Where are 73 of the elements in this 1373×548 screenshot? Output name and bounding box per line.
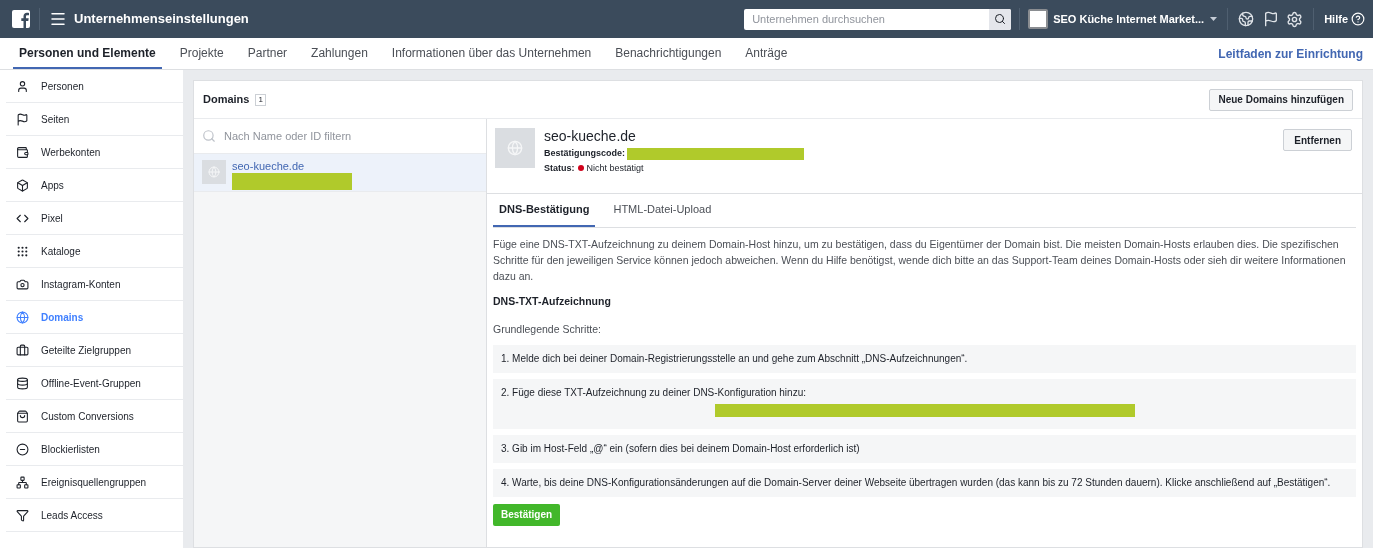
account-name[interactable]: SEO Küche Internet Market...	[1053, 10, 1205, 28]
globe-icon	[16, 310, 29, 324]
sidebar-item[interactable]: Kataloge	[6, 235, 183, 268]
minus-circle-icon	[16, 442, 29, 456]
search-icon	[994, 13, 1007, 25]
nav-tab[interactable]: Zahlungen	[305, 38, 374, 69]
app-title: Unternehmenseinstellungen	[74, 10, 249, 29]
globe-icon	[495, 128, 535, 168]
bag-icon	[16, 409, 29, 423]
step-text: 2. Füge diese TXT-Aufzeichnung zu deiner DNS-Konfiguration hinzu:	[501, 385, 807, 400]
sidebar-item[interactable]: Geteilte Zielgruppen	[6, 334, 183, 367]
search-icon	[202, 129, 216, 143]
network-icon	[16, 475, 29, 489]
menu-icon[interactable]	[49, 10, 67, 28]
filter-icon	[16, 508, 29, 522]
sidebar-item[interactable]: Seiten	[6, 103, 183, 136]
briefcase-icon	[16, 343, 29, 357]
filter-box[interactable]: Nach Name oder ID filtern	[194, 119, 486, 154]
domain-title: seo-kueche.de	[544, 128, 637, 145]
count-badge: 1	[255, 93, 266, 106]
person-icon	[16, 79, 29, 93]
settings-icon[interactable]	[1286, 10, 1304, 28]
panel-title: Domains	[203, 92, 250, 108]
filter-field[interactable]: Nach Name oder ID filtern	[224, 127, 478, 145]
search-box[interactable]: Unternehmen durchsuchen	[744, 8, 1012, 30]
sidebar-item[interactable]: Pixel	[6, 202, 183, 235]
nav-tab[interactable]: Informationen über das Unternehmen	[385, 38, 598, 69]
status-label: Status:	[544, 161, 575, 175]
step-text: 1. Melde dich bei deiner Domain-Registrierungsstelle an und gehe zum Abschnitt „DNS-Aufzeichnungen“.	[501, 351, 969, 366]
nav-tab[interactable]: Benachrichtigungen	[609, 38, 728, 69]
remove-button[interactable]: Entfernen	[1283, 129, 1352, 151]
cube-icon	[16, 178, 29, 192]
search-field[interactable]: Unternehmen durchsuchen	[744, 10, 990, 28]
sidebar-item[interactable]: Personen	[6, 70, 183, 103]
setup-guide-link[interactable]: Leitfaden zur Einrichtung	[1218, 44, 1363, 63]
sidebar-item[interactable]: Ereignisquellengruppen	[6, 466, 183, 499]
sidebar-item[interactable]: Instagram-Konten	[6, 268, 183, 301]
domain-list-item[interactable]: seo-kueche.de	[194, 154, 486, 192]
facebook-logo-icon[interactable]	[12, 10, 30, 28]
globe-icon	[202, 160, 226, 184]
step-text: 4. Warte, bis deine DNS-Konfigurationsänderungen auf die Domain-Server deiner Webseite übertragen wurden (das kann bis zu 72 Stunden dauern). Klicke anschließend auf „Bestätigen“.	[501, 475, 1332, 490]
nav-tab[interactable]: Anträge	[739, 38, 794, 69]
code-label: Bestätigungscode:	[544, 147, 625, 160]
intro-paragraph: Füge eine DNS-TXT-Aufzeichnung zu deinem Domain-Host hinzu, um zu bestätigen, dass du Eigentümer der Domain bist. Die meisten Domain-Hosts erlauben dies. Die spezifischen Schritte für den jeweiligen Service können jedoch abweichen. Wenn du Hilfe benötigst, wende dich bitte an das Support-Team deines Domain-Hosts oder sieh dir weitere Informationen dazu an.	[493, 237, 1347, 284]
detail-tab[interactable]: HTML-Datei-Upload	[607, 194, 718, 227]
wallet-icon	[16, 145, 29, 159]
step-text: 3. Gib im Host-Feld „@“ ein (sofern dies bei deinem Domain-Host erforderlich ist)	[501, 441, 861, 456]
camera-icon	[16, 277, 29, 291]
globe-icon[interactable]	[1238, 11, 1255, 27]
sidebar-item[interactable]: Offline-Event-Gruppen	[6, 367, 183, 400]
search-button[interactable]	[989, 8, 1012, 30]
sidebar-item[interactable]: Werbekonten	[6, 136, 183, 169]
help-link[interactable]: Hilfe	[1324, 10, 1348, 28]
flag-icon	[16, 112, 29, 126]
section-subheading: Grundlegende Schritte:	[493, 321, 602, 337]
help-icon[interactable]	[1351, 12, 1365, 26]
nav-tab[interactable]: Projekte	[173, 38, 230, 69]
sidebar-item[interactable]: Domains	[6, 301, 183, 334]
flag-icon[interactable]	[1263, 11, 1280, 27]
status-text: Nicht bestätigt	[586, 161, 644, 175]
grid-icon	[16, 244, 29, 258]
caret-icon[interactable]	[1210, 17, 1218, 21]
domain-name[interactable]: seo-kueche.de	[232, 160, 352, 172]
detail-tab[interactable]: DNS-Bestätigung	[493, 194, 596, 227]
add-domains-button[interactable]: Neue Domains hinzufügen	[1209, 88, 1353, 111]
sidebar-item[interactable]: Apps	[6, 169, 183, 202]
database-icon	[16, 376, 29, 390]
sidebar-item[interactable]: Blockierlisten	[6, 433, 183, 466]
nav-tab[interactable]: Partner	[241, 38, 294, 69]
section-heading: DNS-TXT-Aufzeichnung	[493, 294, 612, 309]
sidebar-item[interactable]: Custom Conversions	[6, 400, 183, 433]
sidebar-item[interactable]: Leads Access	[6, 499, 183, 532]
account-logo-icon	[1028, 9, 1049, 29]
